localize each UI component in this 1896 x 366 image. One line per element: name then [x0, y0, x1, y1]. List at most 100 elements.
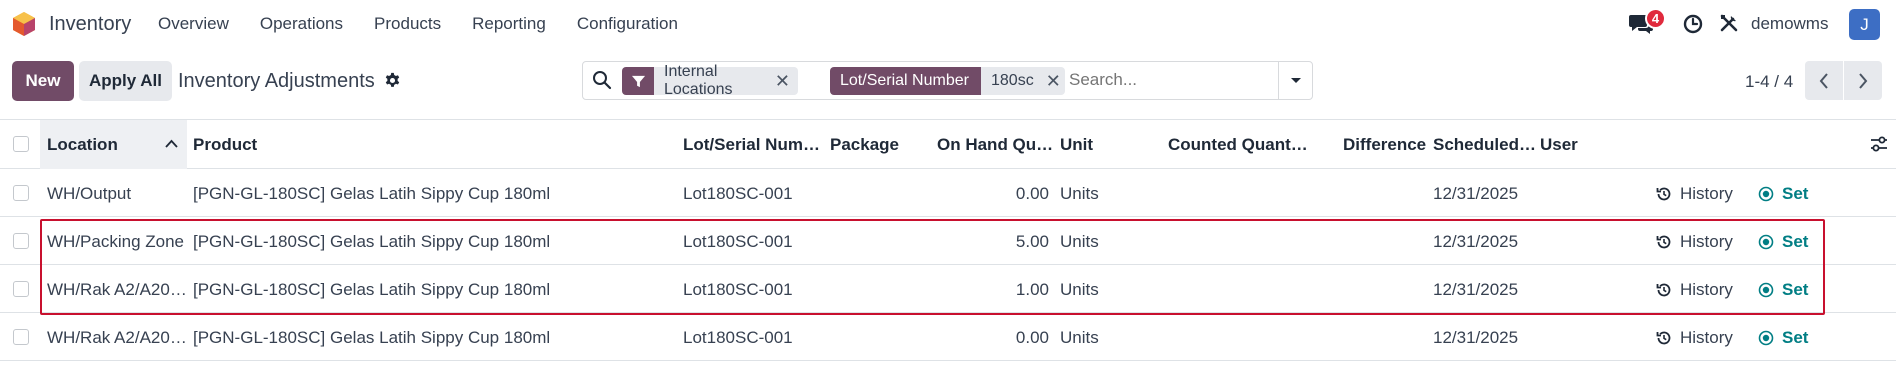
- menu-configuration[interactable]: Configuration: [577, 14, 678, 34]
- chat-count-badge: 4: [1645, 8, 1666, 29]
- filter-facet-lot: Lot/Serial Number 180sc ✕: [830, 67, 1065, 95]
- history-button[interactable]: History: [1656, 280, 1733, 300]
- target-icon: [1758, 186, 1774, 202]
- page-title: Inventory Adjustments: [178, 70, 375, 92]
- history-label: History: [1680, 232, 1733, 251]
- filter-facet-value-text: 180sc: [991, 72, 1034, 89]
- menu-overview[interactable]: Overview: [158, 14, 229, 34]
- cell-scheduled: 12/31/2025: [1433, 184, 1519, 203]
- search-icon[interactable]: [592, 70, 612, 90]
- cell-lot: Lot180SC-001: [683, 280, 793, 299]
- cell-location: WH/Rak A2/A20…: [47, 328, 187, 347]
- target-icon: [1758, 330, 1774, 346]
- sort-asc-icon[interactable]: [165, 139, 178, 148]
- inventory-logo-icon[interactable]: [11, 11, 37, 37]
- cell-on-hand: 5.00: [1015, 232, 1049, 251]
- history-icon: [1656, 187, 1671, 201]
- row-checkbox[interactable]: [13, 329, 29, 345]
- cell-lot: Lot180SC-001: [683, 232, 793, 251]
- set-label: Set: [1782, 232, 1809, 251]
- cell-on-hand: 0.00: [1015, 184, 1049, 203]
- cell-lot: Lot180SC-001: [683, 184, 793, 203]
- remove-facet-icon[interactable]: ✕: [1046, 71, 1061, 92]
- cell-location: WH/Output: [47, 184, 132, 203]
- column-header-package[interactable]: Package: [830, 135, 899, 155]
- history-button[interactable]: History: [1656, 328, 1733, 348]
- cell-scheduled: 12/31/2025: [1433, 232, 1519, 251]
- top-navbar: Inventory Overview Operations Products R…: [0, 0, 1896, 48]
- menu-reporting[interactable]: Reporting: [472, 14, 546, 34]
- column-header-on-hand[interactable]: On Hand Qu…: [937, 135, 1053, 155]
- column-header-location[interactable]: Location: [47, 135, 118, 155]
- cell-product: [PGN-GL-180SC] Gelas Latih Sippy Cup 180…: [193, 328, 551, 347]
- set-button[interactable]: Set: [1758, 232, 1808, 252]
- cell-lot: Lot180SC-001: [683, 328, 793, 347]
- target-icon: [1758, 282, 1774, 298]
- cell-unit: Units: [1060, 280, 1099, 299]
- set-button[interactable]: Set: [1758, 328, 1808, 348]
- new-button[interactable]: New: [12, 61, 74, 101]
- cell-on-hand: 1.00: [1015, 280, 1049, 299]
- set-button[interactable]: Set: [1758, 280, 1808, 300]
- cell-scheduled: 12/31/2025: [1433, 328, 1519, 347]
- set-label: Set: [1782, 280, 1809, 299]
- filter-facet-locations: Internal Locations ✕: [622, 63, 798, 98]
- sliders-icon[interactable]: [1870, 135, 1888, 153]
- search-input[interactable]: [1069, 70, 1269, 90]
- history-label: History: [1680, 328, 1733, 347]
- cell-location: WH/Packing Zone: [47, 232, 184, 251]
- history-label: History: [1680, 184, 1733, 203]
- cell-product: [PGN-GL-180SC] Gelas Latih Sippy Cup 180…: [193, 280, 551, 299]
- filter-facet-icon-wrap: [622, 67, 654, 95]
- pager-value[interactable]: 1-4 / 4: [1745, 72, 1793, 92]
- column-header-scheduled[interactable]: Scheduled…: [1433, 135, 1536, 155]
- cell-scheduled: 12/31/2025: [1433, 280, 1519, 299]
- chevron-right-icon: [1859, 72, 1868, 89]
- cell-location: WH/Rak A2/A20…: [47, 280, 187, 299]
- pager-previous-button[interactable]: [1805, 61, 1843, 100]
- column-header-product[interactable]: Product: [193, 135, 257, 155]
- chevron-left-icon: [1819, 72, 1828, 89]
- cell-unit: Units: [1060, 184, 1099, 203]
- app-name[interactable]: Inventory: [49, 13, 131, 36]
- remove-facet-icon[interactable]: ✕: [775, 71, 790, 92]
- column-header-user[interactable]: User: [1540, 135, 1578, 155]
- column-header-difference[interactable]: Difference: [1343, 135, 1426, 155]
- filter-facet-value-text: Internal Locations: [664, 63, 733, 98]
- avatar[interactable]: J: [1849, 9, 1880, 40]
- menu-operations[interactable]: Operations: [260, 14, 343, 34]
- cell-unit: Units: [1060, 232, 1099, 251]
- pager-next-button[interactable]: [1844, 61, 1882, 100]
- history-label: History: [1680, 280, 1733, 299]
- filter-facet-tag: Lot/Serial Number: [830, 67, 981, 95]
- tools-icon[interactable]: [1719, 13, 1739, 33]
- gear-icon[interactable]: [384, 72, 401, 89]
- set-label: Set: [1782, 184, 1809, 203]
- row-checkbox[interactable]: [13, 185, 29, 201]
- column-header-lot[interactable]: Lot/Serial Num…: [683, 135, 820, 155]
- row-checkbox[interactable]: [13, 281, 29, 297]
- history-icon: [1656, 235, 1671, 249]
- history-button[interactable]: History: [1656, 232, 1733, 252]
- filter-facet-tag-text: Lot/Serial Number: [840, 72, 969, 89]
- cell-product: [PGN-GL-180SC] Gelas Latih Sippy Cup 180…: [193, 184, 551, 203]
- search-options-toggle[interactable]: [1278, 62, 1312, 99]
- filter-facet-value: 180sc ✕: [981, 67, 1065, 95]
- user-name[interactable]: demowms: [1751, 14, 1828, 34]
- apply-all-button[interactable]: Apply All: [79, 61, 172, 101]
- column-header-unit[interactable]: Unit: [1060, 135, 1093, 155]
- column-header-counted[interactable]: Counted Quant…: [1168, 135, 1308, 155]
- row-checkbox[interactable]: [13, 233, 29, 249]
- cell-on-hand: 0.00: [1015, 328, 1049, 347]
- history-button[interactable]: History: [1656, 184, 1733, 204]
- target-icon: [1758, 234, 1774, 250]
- menu-products[interactable]: Products: [374, 14, 441, 34]
- filter-icon: [631, 75, 645, 87]
- select-all-checkbox[interactable]: [13, 136, 29, 152]
- clock-icon[interactable]: [1683, 14, 1703, 34]
- set-button[interactable]: Set: [1758, 184, 1808, 204]
- history-icon: [1656, 331, 1671, 345]
- set-label: Set: [1782, 328, 1809, 347]
- caret-down-icon: [1290, 77, 1301, 83]
- main-menu: Overview Operations Products Reporting C…: [158, 14, 709, 34]
